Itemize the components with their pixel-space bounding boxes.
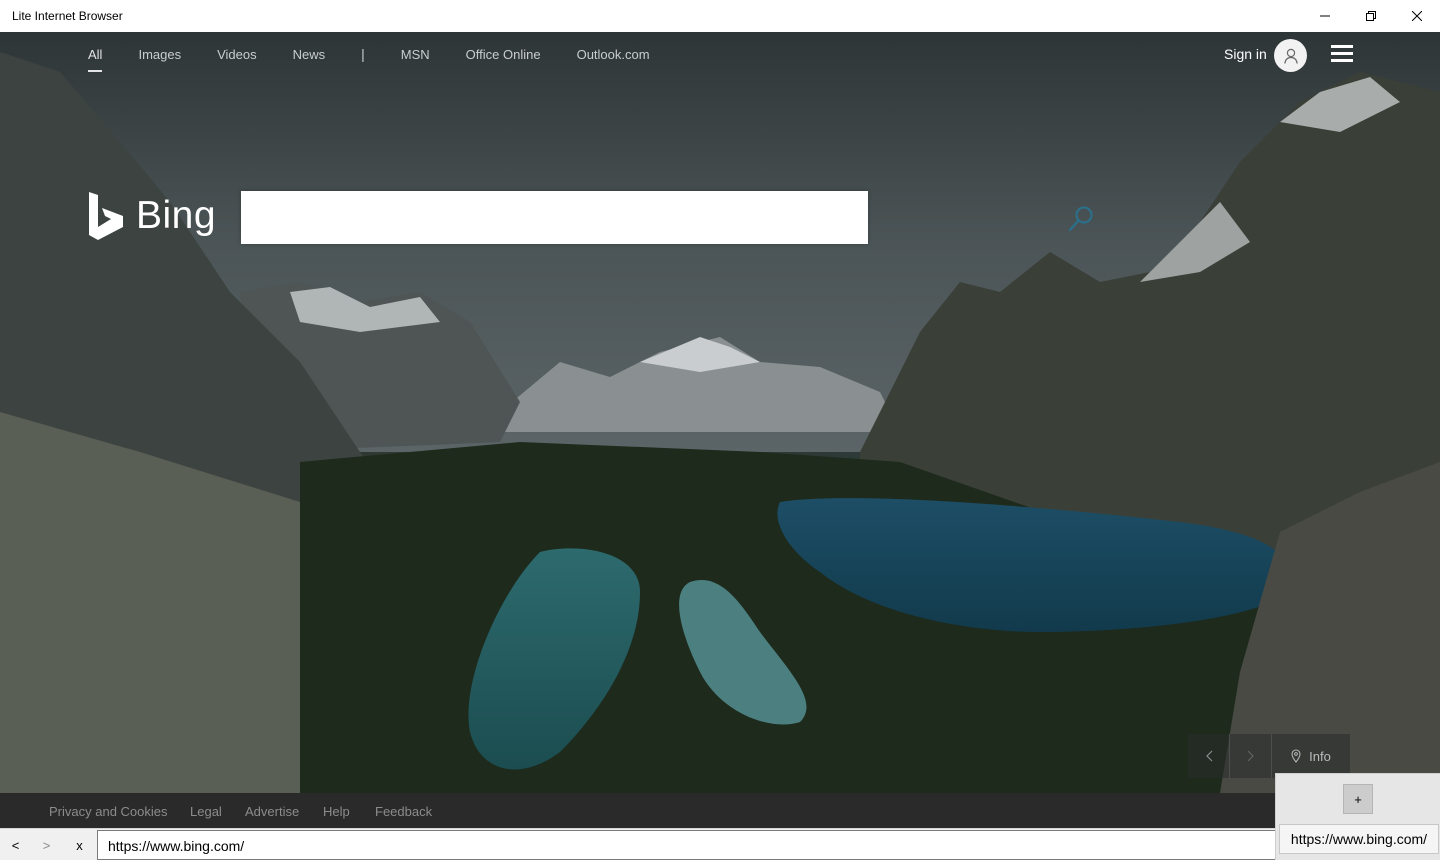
back-button[interactable]: < [0, 829, 31, 860]
footer-link-feedback[interactable]: Feedback [375, 804, 432, 819]
image-info-button[interactable]: Info [1272, 734, 1350, 778]
close-icon [1412, 11, 1422, 21]
user-icon [1283, 48, 1298, 64]
nav-msn[interactable]: MSN [401, 47, 430, 66]
avatar[interactable] [1274, 39, 1307, 72]
bing-logo-text: Bing [136, 194, 217, 237]
forward-button[interactable]: > [31, 829, 62, 860]
info-label: Info [1309, 748, 1331, 764]
location-pin-icon [1291, 749, 1301, 763]
footer-link-privacy[interactable]: Privacy and Cookies [49, 804, 168, 819]
window-title: Lite Internet Browser [12, 9, 123, 23]
nav-videos[interactable]: Videos [217, 47, 257, 66]
bing-footer: Privacy and Cookies Legal Advertise Help… [0, 793, 1440, 828]
hamburger-icon-line [1331, 52, 1353, 55]
minimize-icon [1320, 15, 1330, 17]
tab-item[interactable]: https://www.bing.com/ [1279, 824, 1439, 854]
web-viewport[interactable]: All Images Videos News | MSN Office Onli… [0, 32, 1440, 793]
address-input[interactable] [108, 836, 1258, 856]
nav-images[interactable]: Images [138, 47, 181, 66]
tab-panel: + https://www.bing.com/ [1275, 773, 1440, 860]
background-landscape-image [0, 32, 1440, 793]
footer-link-advertise[interactable]: Advertise [245, 804, 299, 819]
chevron-left-icon [1205, 750, 1212, 762]
search-box [241, 191, 1093, 244]
chevron-right-icon [1247, 750, 1254, 762]
bing-logo[interactable]: Bing [88, 190, 218, 242]
bing-top-nav: All Images Videos News | MSN Office Onli… [88, 46, 686, 72]
previous-image-button[interactable] [1188, 734, 1230, 778]
nav-news[interactable]: News [293, 47, 326, 66]
image-info-strip: Info [1188, 734, 1350, 778]
browser-toolbar: < > x [0, 828, 1440, 860]
sign-in-link[interactable]: Sign in [1224, 46, 1267, 62]
restore-button[interactable] [1348, 0, 1394, 32]
nav-separator: | [361, 46, 365, 62]
search-icon [1068, 206, 1093, 232]
next-image-button[interactable] [1230, 734, 1272, 778]
minimize-button[interactable] [1302, 0, 1348, 32]
close-button[interactable] [1394, 0, 1440, 32]
title-bar: Lite Internet Browser [0, 0, 1440, 32]
search-input[interactable] [255, 203, 815, 231]
hamburger-icon-line [1331, 59, 1353, 62]
stop-button[interactable]: x [64, 829, 95, 860]
footer-link-help[interactable]: Help [323, 804, 350, 819]
address-bar [97, 830, 1277, 860]
hamburger-menu-button[interactable] [1331, 45, 1353, 63]
nav-all[interactable]: All [88, 47, 103, 72]
footer-link-legal[interactable]: Legal [190, 804, 222, 819]
hamburger-icon-line [1331, 45, 1353, 48]
new-tab-button[interactable]: + [1343, 784, 1373, 814]
search-button[interactable] [1067, 205, 1095, 238]
bing-logo-icon [89, 192, 123, 240]
nav-office-online[interactable]: Office Online [466, 47, 541, 66]
nav-outlook[interactable]: Outlook.com [577, 47, 650, 66]
restore-icon [1366, 11, 1376, 21]
